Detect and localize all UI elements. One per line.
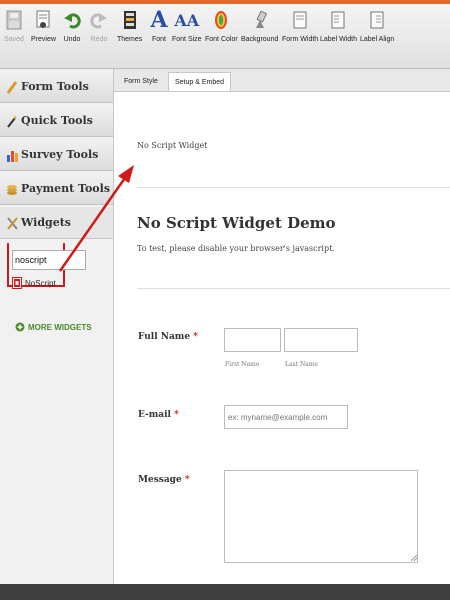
- label-text: E-mail: [138, 410, 171, 420]
- full-name-label: Full Name *: [138, 332, 198, 342]
- wand-icon: [6, 114, 18, 128]
- form-heading: No Script Widget Demo: [137, 214, 336, 232]
- font-color-icon: [210, 8, 232, 32]
- sidebar-item-label: Quick Tools: [21, 114, 93, 127]
- themes-icon: [119, 8, 141, 32]
- form-canvas: No Script Widget No Script Widget Demo T…: [114, 92, 450, 584]
- tab-label: Form Style: [124, 78, 158, 85]
- saved-button[interactable]: Saved: [3, 8, 25, 43]
- tool-label: Redo: [90, 36, 108, 43]
- background-icon: [249, 8, 271, 32]
- label-text: Message: [138, 475, 182, 485]
- widget-search-input[interactable]: [12, 250, 86, 270]
- resize-handle-icon: [411, 555, 417, 561]
- noscript-widget-icon: [12, 277, 22, 289]
- message-label: Message *: [138, 475, 190, 485]
- tool-label: Themes: [117, 36, 143, 43]
- required-mark: *: [193, 332, 198, 342]
- tool-label: Form Width: [282, 36, 319, 43]
- redo-icon: [88, 8, 110, 32]
- tool-label: Background: [241, 36, 279, 43]
- label-text: Full Name: [138, 332, 191, 342]
- form-subheading: To test, please disable your browser's j…: [137, 244, 335, 253]
- sidebar-item-form-tools[interactable]: Form Tools: [0, 71, 113, 103]
- form-width-icon: [289, 8, 311, 32]
- tab-bar: Form Style Setup & Embed: [114, 69, 450, 92]
- sidebar-item-label: Survey Tools: [21, 148, 99, 161]
- last-name-sublabel: Last Name: [285, 361, 319, 368]
- sidebar-item-label: Payment Tools: [21, 182, 111, 195]
- font-icon: A: [150, 7, 168, 33]
- coins-icon: [6, 182, 18, 196]
- first-name-sublabel: First Name: [225, 361, 260, 368]
- tool-label: Font Color: [205, 36, 238, 43]
- sidebar-item-label: Widgets: [21, 216, 71, 229]
- background-button[interactable]: Background: [241, 8, 278, 43]
- form-width-button[interactable]: Form Width: [282, 8, 318, 43]
- font-size-button[interactable]: AA Font Size: [172, 8, 202, 44]
- tool-label: Font Size: [172, 36, 202, 43]
- undo-icon: [61, 8, 83, 32]
- footer-bar: [0, 584, 450, 600]
- preview-button[interactable]: Preview: [31, 8, 56, 43]
- label-width-icon: [327, 8, 349, 32]
- tab-form-style[interactable]: Form Style: [118, 72, 164, 91]
- sidebar-item-quick-tools[interactable]: Quick Tools: [0, 105, 113, 137]
- sidebar-item-payment-tools[interactable]: Payment Tools: [0, 173, 113, 205]
- divider: [137, 187, 450, 188]
- sidebar-item-label: Form Tools: [21, 80, 89, 93]
- email-label: E-mail *: [138, 410, 179, 420]
- message-textarea[interactable]: [224, 470, 418, 563]
- sidebar-item-survey-tools[interactable]: Survey Tools: [0, 139, 113, 171]
- email-input[interactable]: [224, 405, 348, 429]
- required-mark: *: [174, 410, 179, 420]
- tab-label: Setup & Embed: [175, 78, 225, 86]
- label-align-button[interactable]: Label Align: [360, 8, 394, 43]
- bar-chart-icon: [6, 148, 18, 162]
- noscript-widget-label: NoScript: [25, 278, 56, 288]
- more-widgets-link[interactable]: MORE WIDGETS: [15, 322, 92, 332]
- sidebar: Form Tools Quick Tools Survey Tools Paym…: [0, 69, 114, 584]
- font-size-icon: AA: [174, 10, 200, 30]
- tool-label: Font: [151, 36, 166, 43]
- font-button[interactable]: A Font: [148, 7, 170, 43]
- tool-label: Undo: [63, 36, 81, 43]
- pencil-icon: [6, 80, 18, 94]
- plus-circle-icon: [15, 322, 25, 332]
- toolbar: Saved Preview Undo Redo Themes A Font AA…: [0, 4, 450, 69]
- preview-icon: [32, 8, 54, 32]
- tool-label: Preview: [31, 36, 56, 43]
- tool-label: Label Width: [320, 36, 357, 43]
- divider: [137, 288, 450, 289]
- label-align-icon: [366, 8, 388, 32]
- themes-button[interactable]: Themes: [117, 8, 142, 43]
- tool-label: Saved: [4, 36, 24, 43]
- noscript-widget-item[interactable]: NoScript: [12, 277, 56, 289]
- noscript-widget-text: No Script Widget: [137, 141, 208, 150]
- undo-button[interactable]: Undo: [61, 8, 83, 43]
- label-width-button[interactable]: Label Width: [320, 8, 357, 43]
- last-name-input[interactable]: [284, 328, 358, 352]
- font-color-button[interactable]: Font Color: [205, 8, 238, 43]
- first-name-input[interactable]: [224, 328, 281, 352]
- tool-label: Label Align: [360, 36, 395, 43]
- more-widgets-label: MORE WIDGETS: [28, 322, 92, 332]
- tab-setup-embed[interactable]: Setup & Embed: [168, 72, 232, 91]
- sidebar-item-widgets[interactable]: Widgets: [0, 207, 113, 239]
- tools-icon: [6, 216, 18, 230]
- redo-button[interactable]: Redo: [88, 8, 110, 43]
- required-mark: *: [184, 475, 190, 485]
- save-icon: [3, 8, 25, 32]
